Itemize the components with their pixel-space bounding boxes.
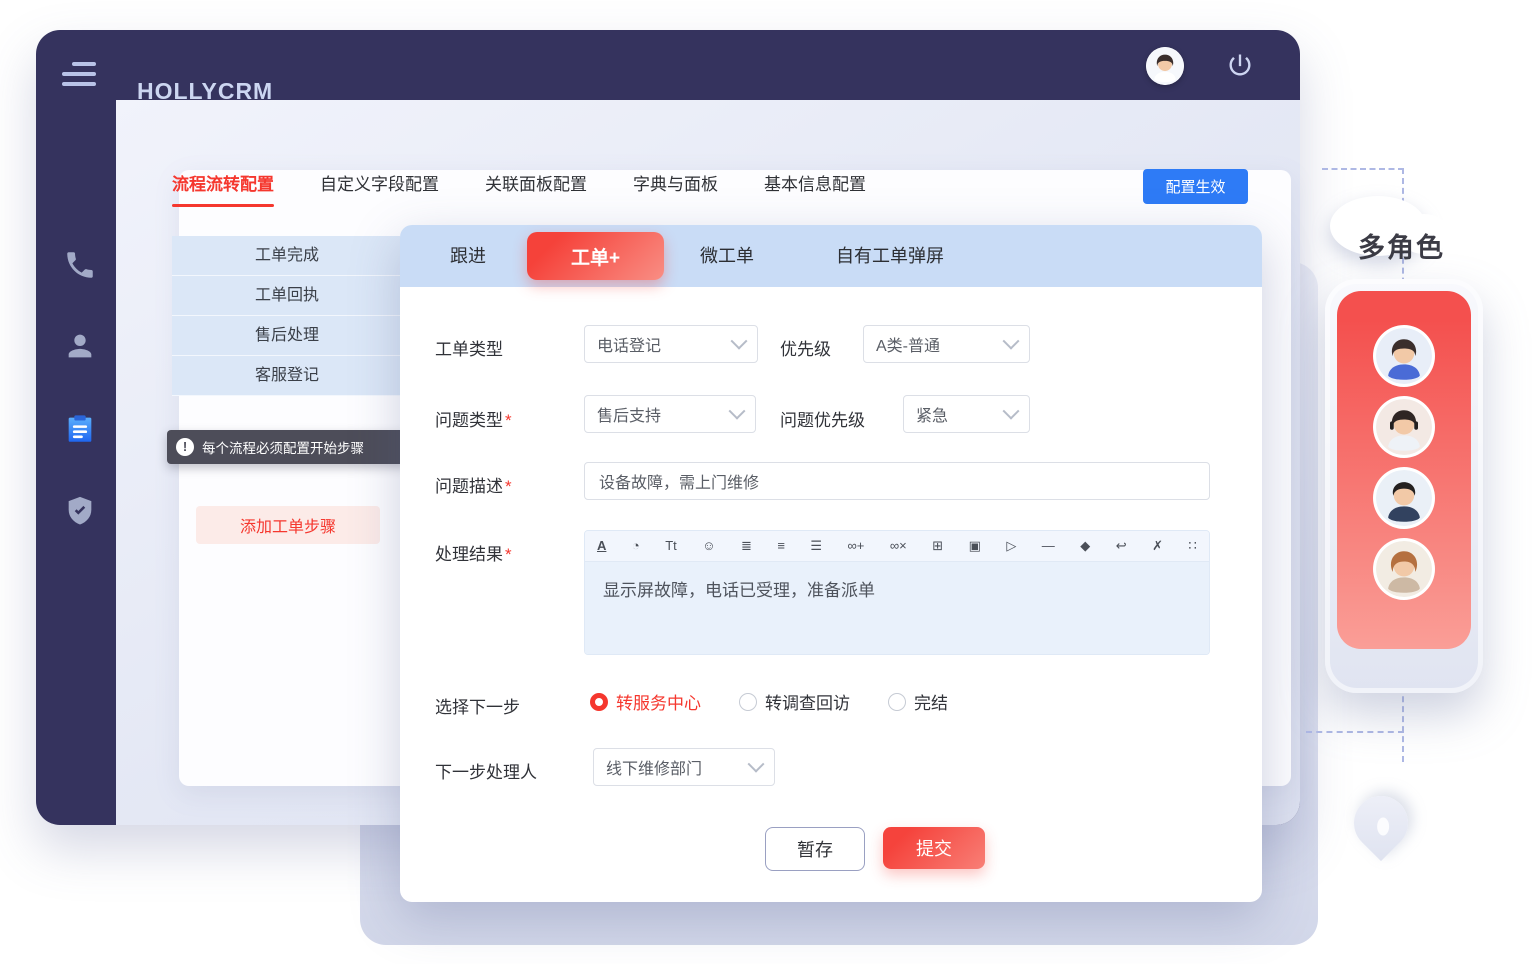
notice-tooltip: ! 每个流程必须配置开始步骤 bbox=[167, 430, 407, 464]
divider-icon[interactable]: — bbox=[1042, 531, 1055, 561]
avatar-agent-2[interactable] bbox=[1373, 396, 1435, 458]
tab-workorder-plus[interactable]: 工单+ bbox=[527, 232, 664, 280]
workorder-modal: 跟进 工单+ 微工单 自有工单弹屏 工单类型 电话登记 优先级 A类-普通 问题… bbox=[400, 225, 1262, 902]
phone-icon[interactable] bbox=[63, 248, 97, 282]
issue-desc-input[interactable] bbox=[584, 462, 1210, 500]
workorder-clipboard-icon[interactable] bbox=[63, 412, 97, 446]
trash-icon[interactable]: ✗ bbox=[1152, 531, 1163, 561]
chevron-down-icon bbox=[748, 756, 765, 773]
apply-config-button[interactable]: 配置生效 bbox=[1143, 169, 1248, 204]
indent-icon[interactable]: ≣ bbox=[741, 531, 752, 561]
radio-unselected-icon bbox=[739, 693, 757, 711]
issue-priority-value: 紧急 bbox=[916, 402, 948, 426]
submit-button[interactable]: 提交 bbox=[883, 827, 985, 869]
workflow-step-item[interactable]: 工单回执 bbox=[172, 276, 402, 316]
result-editor-content[interactable]: 显示屏故障，电话已受理，准备派单 bbox=[585, 562, 1209, 655]
tab-related-panel-config[interactable]: 关联面板配置 bbox=[485, 170, 587, 207]
next-step-label: 选择下一步 bbox=[435, 693, 520, 718]
order-type-label: 工单类型 bbox=[435, 335, 503, 360]
exclamation-icon: ! bbox=[176, 438, 194, 456]
tab-custom-field-config[interactable]: 自定义字段配置 bbox=[320, 170, 439, 207]
fullscreen-icon[interactable]: ∷ bbox=[1188, 531, 1196, 561]
result-rich-text-editor: A ◔ Tt ☺ ≣ ≡ ☰ ∞+ ∞× ⊞ ▣ ▷ — ◆ ↩ ✗ ∷ 显示屏… bbox=[584, 530, 1210, 655]
radio-transfer-survey-callback[interactable]: 转调查回访 bbox=[739, 689, 850, 714]
order-type-select[interactable]: 电话登记 bbox=[584, 325, 758, 363]
tab-follow-up[interactable]: 跟进 bbox=[450, 225, 486, 287]
priority-select[interactable]: A类-普通 bbox=[863, 325, 1030, 363]
add-workorder-step-button[interactable]: 添加工单步骤 bbox=[196, 506, 380, 544]
result-label: 处理结果* bbox=[435, 540, 512, 565]
eraser-icon[interactable]: ◆ bbox=[1080, 531, 1090, 561]
avatar-agent-4[interactable] bbox=[1373, 538, 1435, 600]
hamburger-menu-icon[interactable] bbox=[62, 62, 96, 88]
workflow-step-item[interactable]: 工单完成 bbox=[172, 236, 402, 276]
notice-text: 每个流程必须配置开始步骤 bbox=[202, 437, 364, 457]
issue-type-value: 售后支持 bbox=[597, 402, 661, 426]
contacts-icon[interactable] bbox=[63, 329, 97, 363]
workflow-step-list: 工单完成 工单回执 售后处理 客服登记 bbox=[172, 236, 402, 396]
issue-priority-select[interactable]: 紧急 bbox=[903, 395, 1030, 433]
priority-value: A类-普通 bbox=[876, 332, 940, 356]
tab-own-workorder-popup[interactable]: 自有工单弹屏 bbox=[836, 225, 944, 287]
issue-priority-label: 问题优先级 bbox=[780, 406, 865, 431]
tab-process-flow-config[interactable]: 流程流转配置 bbox=[172, 170, 274, 207]
priority-label: 优先级 bbox=[780, 335, 831, 360]
tab-dictionary-panel[interactable]: 字典与面板 bbox=[633, 170, 718, 207]
chevron-down-icon bbox=[731, 333, 748, 350]
table-icon[interactable]: ⊞ bbox=[932, 531, 943, 561]
palette-icon[interactable]: ◔ bbox=[632, 531, 640, 561]
next-handler-label: 下一步处理人 bbox=[435, 758, 537, 783]
dashed-line-horizontal-bottom bbox=[1306, 731, 1404, 733]
modal-tab-bar: 跟进 工单+ 微工单 自有工单弹屏 bbox=[400, 225, 1262, 287]
align-left-icon[interactable]: ≡ bbox=[777, 531, 785, 561]
remove-link-icon[interactable]: ∞× bbox=[890, 531, 907, 561]
undo-icon[interactable]: ↩ bbox=[1116, 531, 1127, 561]
issue-type-select[interactable]: 售后支持 bbox=[584, 395, 756, 433]
avatar-agent-1[interactable] bbox=[1373, 325, 1435, 387]
user-avatar[interactable] bbox=[1146, 47, 1184, 85]
chevron-down-icon bbox=[1003, 403, 1020, 420]
power-logout-icon[interactable] bbox=[1226, 51, 1254, 79]
issue-type-label: 问题类型* bbox=[435, 406, 512, 431]
radio-finish[interactable]: 完结 bbox=[888, 689, 948, 714]
multi-role-caption: 多角色 bbox=[1358, 226, 1445, 265]
teardrop-decoration bbox=[1343, 785, 1419, 861]
chevron-down-icon bbox=[729, 403, 746, 420]
editor-toolbar: A ◔ Tt ☺ ≣ ≡ ☰ ∞+ ∞× ⊞ ▣ ▷ — ◆ ↩ ✗ ∷ bbox=[585, 531, 1209, 562]
add-link-icon[interactable]: ∞+ bbox=[848, 531, 865, 561]
video-icon[interactable]: ▷ bbox=[1006, 531, 1016, 561]
order-type-value: 电话登记 bbox=[597, 332, 661, 356]
config-tab-bar: 流程流转配置 自定义字段配置 关联面板配置 字典与面板 基本信息配置 bbox=[172, 170, 866, 207]
text-size-icon[interactable]: Tt bbox=[665, 531, 677, 561]
workflow-step-item[interactable]: 客服登记 bbox=[172, 356, 402, 396]
list-icon[interactable]: ☰ bbox=[810, 531, 822, 561]
emoji-icon[interactable]: ☺ bbox=[702, 531, 715, 561]
radio-transfer-service-center[interactable]: 转服务中心 bbox=[590, 689, 701, 714]
multi-role-panel bbox=[1325, 279, 1483, 693]
dashed-line-horizontal-top bbox=[1322, 168, 1404, 170]
save-draft-button[interactable]: 暂存 bbox=[765, 827, 865, 871]
app-brand: HOLLYCRM bbox=[137, 78, 273, 105]
role-avatar-strip bbox=[1337, 291, 1471, 649]
security-shield-icon[interactable] bbox=[63, 494, 97, 528]
radio-selected-icon bbox=[590, 693, 608, 711]
next-handler-value: 线下维修部门 bbox=[606, 755, 702, 779]
next-handler-select[interactable]: 线下维修部门 bbox=[593, 748, 775, 786]
screenshot-stage: HOLLYCRM bbox=[0, 0, 1537, 964]
chevron-down-icon bbox=[1003, 333, 1020, 350]
image-icon[interactable]: ▣ bbox=[969, 531, 981, 561]
tab-micro-workorder[interactable]: 微工单 bbox=[700, 225, 754, 287]
avatar-agent-3[interactable] bbox=[1373, 467, 1435, 529]
workflow-step-item[interactable]: 售后处理 bbox=[172, 316, 402, 356]
radio-unselected-icon bbox=[888, 693, 906, 711]
tab-basic-info-config[interactable]: 基本信息配置 bbox=[764, 170, 866, 207]
next-step-radio-group: 转服务中心 转调查回访 完结 bbox=[590, 689, 948, 714]
issue-desc-label: 问题描述* bbox=[435, 472, 512, 497]
font-underline-icon[interactable]: A bbox=[597, 531, 606, 561]
